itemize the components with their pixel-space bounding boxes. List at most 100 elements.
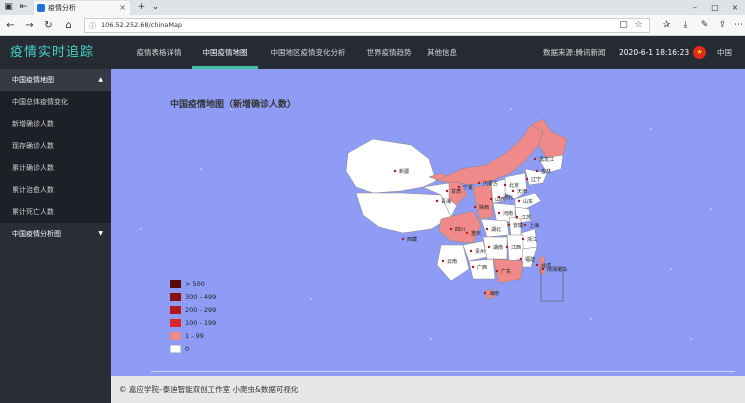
- close-tab-icon[interactable]: ×: [119, 1, 126, 15]
- legend-item[interactable]: 0: [170, 345, 216, 358]
- background-dot: [200, 168, 202, 170]
- province-marker: [477, 181, 481, 185]
- background-dot: [590, 318, 592, 320]
- province-label: 海南: [489, 290, 499, 297]
- province-label: 宁夏: [463, 184, 473, 191]
- sidebar-item-total-cured[interactable]: 累计治愈人数: [0, 179, 111, 201]
- province-label: 内蒙古: [483, 180, 498, 187]
- province-label: 天津: [517, 188, 527, 195]
- province-label: 上海: [529, 222, 539, 229]
- province-marker: [445, 189, 449, 193]
- share-icon[interactable]: ⇪: [716, 19, 729, 32]
- legend-label: 100 - 199: [185, 319, 217, 327]
- province-marker: [525, 177, 529, 181]
- province-marker: [507, 223, 511, 227]
- language-label[interactable]: 中国: [717, 36, 732, 69]
- divider: [151, 371, 735, 372]
- refresh-icon[interactable]: ↻: [42, 19, 55, 32]
- province-marker: [497, 211, 501, 215]
- legend-item[interactable]: 300 - 499: [170, 293, 216, 306]
- province-marker: [541, 267, 545, 271]
- background-dot: [690, 338, 692, 340]
- nav-region-analysis[interactable]: 中国地区疫情变化分析: [262, 36, 354, 69]
- home-icon[interactable]: ⌂: [62, 19, 75, 32]
- pen-icon[interactable]: ✎: [698, 19, 711, 32]
- province-marker: [489, 197, 493, 201]
- province-label: 新疆: [399, 168, 409, 175]
- reading-view-icon[interactable]: ▢: [617, 19, 630, 32]
- legend-item[interactable]: 200 - 299: [170, 306, 216, 319]
- province-marker: [393, 169, 397, 173]
- tab-list-chevron-icon[interactable]: ⌄: [150, 2, 161, 13]
- nav-china-map[interactable]: 中国疫情地图: [192, 36, 258, 69]
- legend-item[interactable]: > 500: [170, 280, 216, 293]
- sidebar-item-new-confirmed[interactable]: 新增确诊人数: [0, 113, 111, 135]
- more-icon[interactable]: ⋯: [732, 19, 745, 32]
- province-xizang[interactable]: [355, 192, 452, 234]
- province-marker: [473, 205, 477, 209]
- background-dot: [670, 268, 672, 270]
- province-marker: [435, 199, 439, 203]
- sidebar-group-analysis[interactable]: 中国疫情分析图 ▼: [0, 223, 111, 245]
- province-label: 青海: [441, 198, 451, 205]
- new-tab-button[interactable]: +: [136, 2, 147, 13]
- nav-table-details[interactable]: 疫情表格详情: [126, 36, 192, 69]
- legend-label: > 500: [185, 280, 205, 288]
- legend-item[interactable]: 100 - 199: [170, 319, 216, 332]
- back-icon[interactable]: ←: [4, 19, 17, 32]
- app-logo: 疫情实时追踪: [10, 45, 95, 60]
- background-dot: [650, 128, 652, 130]
- url-input[interactable]: ⓘ 106.52.252.68/chinaMap: [84, 18, 650, 33]
- background-dot: [230, 108, 232, 110]
- province-shaanxi[interactable]: [472, 184, 494, 220]
- footer: © 嘉应学院–泰迪智能双创工作室 小爬虫&数据可视化: [111, 376, 745, 403]
- update-time: 2020-6-1 18:16:23: [619, 48, 690, 57]
- legend-swatch: [170, 345, 181, 353]
- legend-swatch: [170, 319, 181, 327]
- close-window-icon[interactable]: ×: [725, 0, 745, 15]
- shield-icon: [37, 4, 45, 12]
- back-tabs-icon[interactable]: ⇤: [18, 2, 29, 13]
- province-marker: [401, 237, 405, 241]
- legend-item[interactable]: 1 - 99: [170, 332, 216, 345]
- province-label: 广西: [477, 264, 487, 271]
- sidebar: 中国疫情地图 ▲ 中国总体疫情变化 新增确诊人数 现存确诊人数 累计确诊人数 累…: [0, 69, 111, 403]
- tab-bar: ▣ ⇤ 疫情分析 × + ⌄ – □ ×: [0, 0, 745, 15]
- province-marker: [521, 237, 525, 241]
- forward-icon[interactable]: →: [23, 19, 36, 32]
- china-flag-icon[interactable]: ★: [693, 46, 706, 59]
- minimize-icon[interactable]: –: [685, 0, 705, 15]
- browser-chrome: ▣ ⇤ 疫情分析 × + ⌄ – □ × ← → ↻ ⌂ ⓘ 106.52.25…: [0, 0, 745, 36]
- browser-tab[interactable]: 疫情分析 ×: [34, 1, 130, 15]
- tab-actions-icon[interactable]: ▣: [3, 2, 14, 13]
- legend-label: 200 - 299: [185, 306, 217, 314]
- site-info-icon[interactable]: ⓘ: [89, 20, 96, 33]
- province-label: 湖北: [491, 226, 501, 233]
- caret-down-icon: ▼: [98, 230, 103, 237]
- background-dot: [710, 208, 712, 210]
- province-label: 广东: [501, 268, 511, 275]
- legend-swatch: [170, 332, 181, 340]
- favorite-star-icon[interactable]: ☆: [632, 19, 645, 32]
- sidebar-item-overall[interactable]: 中国总体疫情变化: [0, 91, 111, 113]
- sidebar-group-label: 中国疫情分析图: [12, 230, 61, 238]
- province-marker: [469, 249, 473, 253]
- province-marker: [535, 169, 539, 173]
- province-marker: [483, 291, 487, 295]
- url-text: 106.52.252.68/chinaMap: [101, 21, 183, 29]
- sidebar-item-current-confirmed[interactable]: 现存确诊人数: [0, 135, 111, 157]
- nav-world-trend[interactable]: 世界疫情趋势: [360, 36, 418, 69]
- sidebar-group-china-map[interactable]: 中国疫情地图 ▲: [0, 69, 111, 91]
- maximize-icon[interactable]: □: [705, 0, 725, 15]
- province-marker: [533, 157, 537, 161]
- nav-other-info[interactable]: 其他信息: [420, 36, 464, 69]
- province-marker: [485, 227, 489, 231]
- download-icon[interactable]: ⤓: [679, 19, 692, 32]
- sidebar-item-total-confirmed[interactable]: 累计确诊人数: [0, 157, 111, 179]
- province-marker: [495, 269, 499, 273]
- province-shapes[interactable]: [345, 118, 568, 300]
- province-xinjiang[interactable]: [345, 138, 437, 194]
- province-marker: [523, 223, 527, 227]
- sidebar-item-total-deaths[interactable]: 累计死亡人数: [0, 201, 111, 223]
- favorites-bar-icon[interactable]: ✰: [660, 19, 673, 32]
